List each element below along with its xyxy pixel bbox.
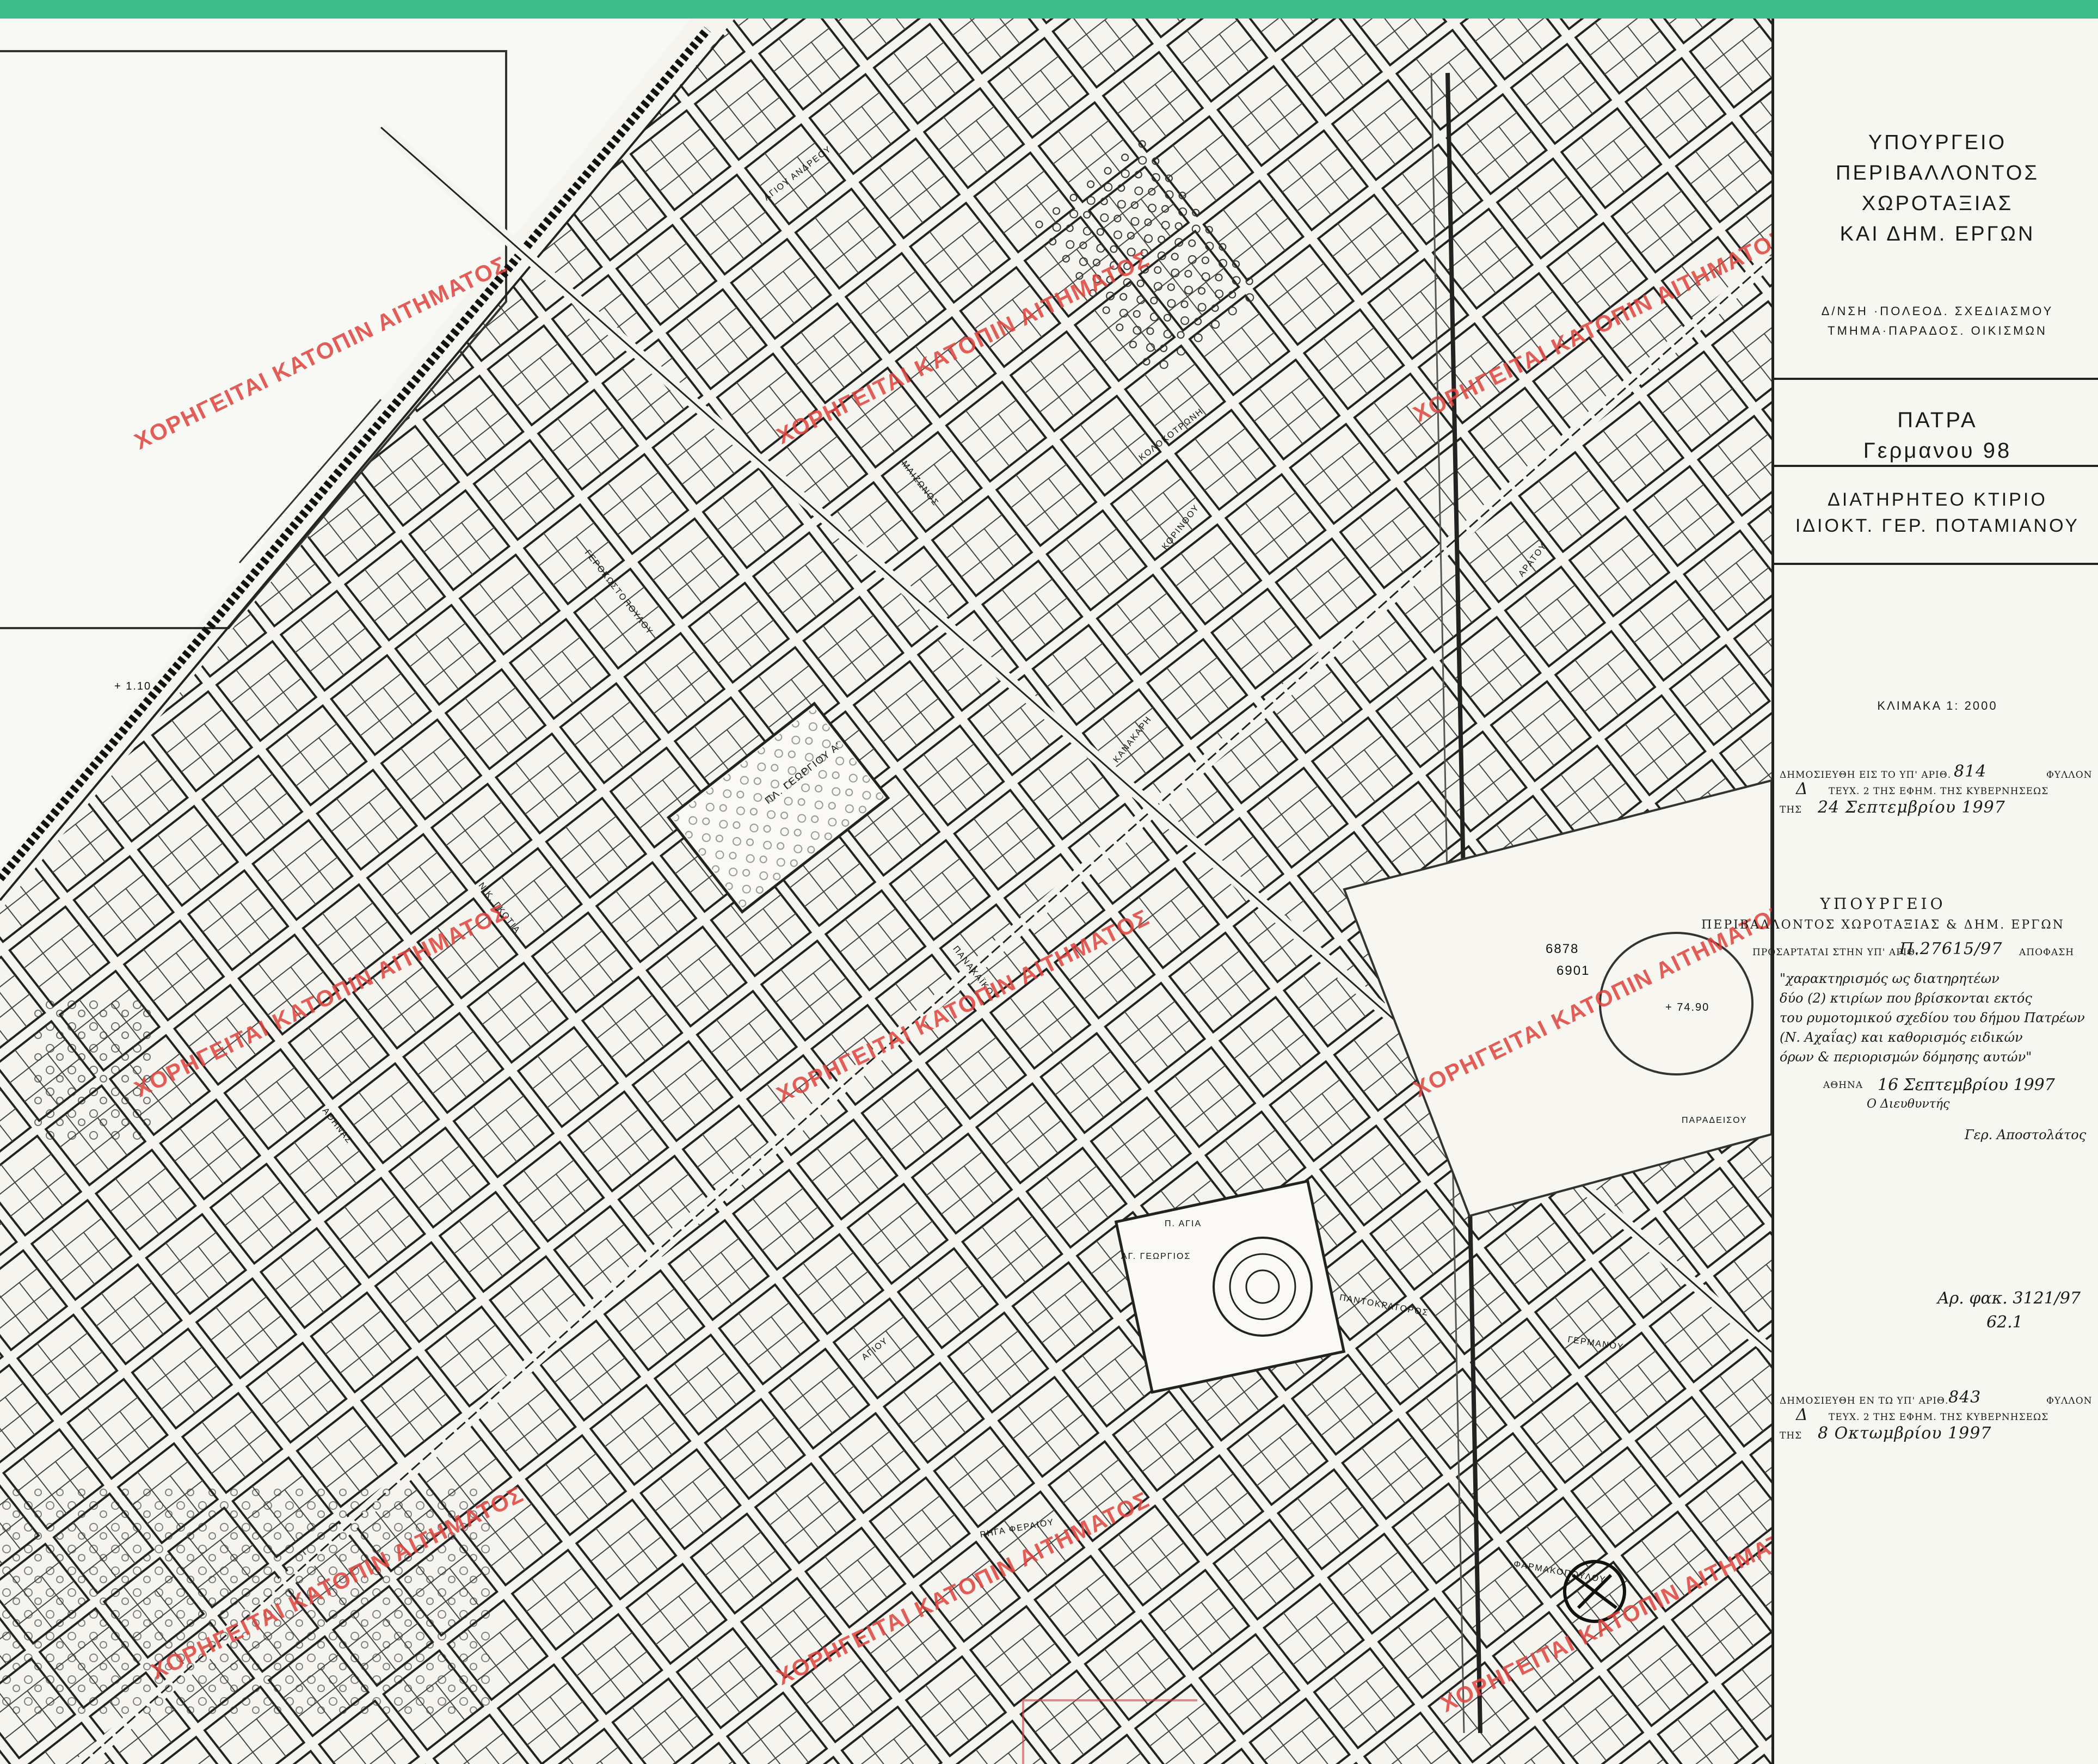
building-designation: ΔΙΑΤΗΡΗΤΕΟ ΚΤΙΡΙΟ ΙΔΙΟΚΤ. ΓΕΡ. ΠΟΤΑΜΙΑΝΟ… xyxy=(1795,489,2080,536)
square-label: Π. ΑΓΙΑ xyxy=(1165,1219,1202,1228)
file-note: Αρ. φακ. 3121/97 62.1 xyxy=(1937,1289,2081,1332)
map-reference: 6901 xyxy=(1556,963,1590,978)
decision-stamp: ΥΠΟΥΡΓΕΙΟ ΠΕΡΙΒΑΛΛΟΝΤΟΣ ΧΩΡΟΤΑΞΙΑΣ & ΔΗΜ… xyxy=(1701,895,2087,1142)
top-color-strip xyxy=(0,0,2098,19)
ministry-name: ΥΠΟΥΡΓΕΙΟ ΠΕΡΙΒΑΛΛΟΝΤΟΣ ΧΩΡΟΤΑΞΙΑΣ ΚΑΙ Δ… xyxy=(1836,131,2039,245)
square-label: ΑΓ. ΓΕΩΡΓΙΟΣ xyxy=(1121,1252,1191,1261)
elevation-label: + 1.10 xyxy=(114,680,152,692)
title-block: ΥΠΟΥΡΓΕΙΟ ΠΕΡΙΒΑΛΛΟΝΤΟΣ ΧΩΡΟΤΑΞΙΑΣ ΚΑΙ Δ… xyxy=(1701,19,2098,1764)
publication-stamp-1: ΔΗΜΟΣΙΕΥΘΗ ΕΙΣ ΤΟ ΥΠ' ΑΡΙΘ. 814 ΦΥΛΛΟΝ Δ… xyxy=(1780,762,2093,817)
place-name: ΠΑΤΡΑ Γερμανου 98 xyxy=(1863,408,2012,463)
map-reference: 6878 xyxy=(1546,942,1579,956)
map-scale: ΚΛΙΜΑΚΑ 1: 2000 xyxy=(1877,699,1998,712)
department-name: Δ/ΝΣΗ ·ΠΟΛΕΟΔ. ΣΧΕΔΙΑΣΜΟΥ ΤΜΗΜΑ·ΠΑΡΑΔΟΣ.… xyxy=(1821,304,2054,337)
publication-stamp-2: ΔΗΜΟΣΙΕΥΘΗ ΕΝ ΤΩ ΥΠ' ΑΡΙΘ. 843 ΦΥΛΛΟΝ Δ … xyxy=(1780,1388,2093,1443)
street-map xyxy=(0,19,1771,1764)
